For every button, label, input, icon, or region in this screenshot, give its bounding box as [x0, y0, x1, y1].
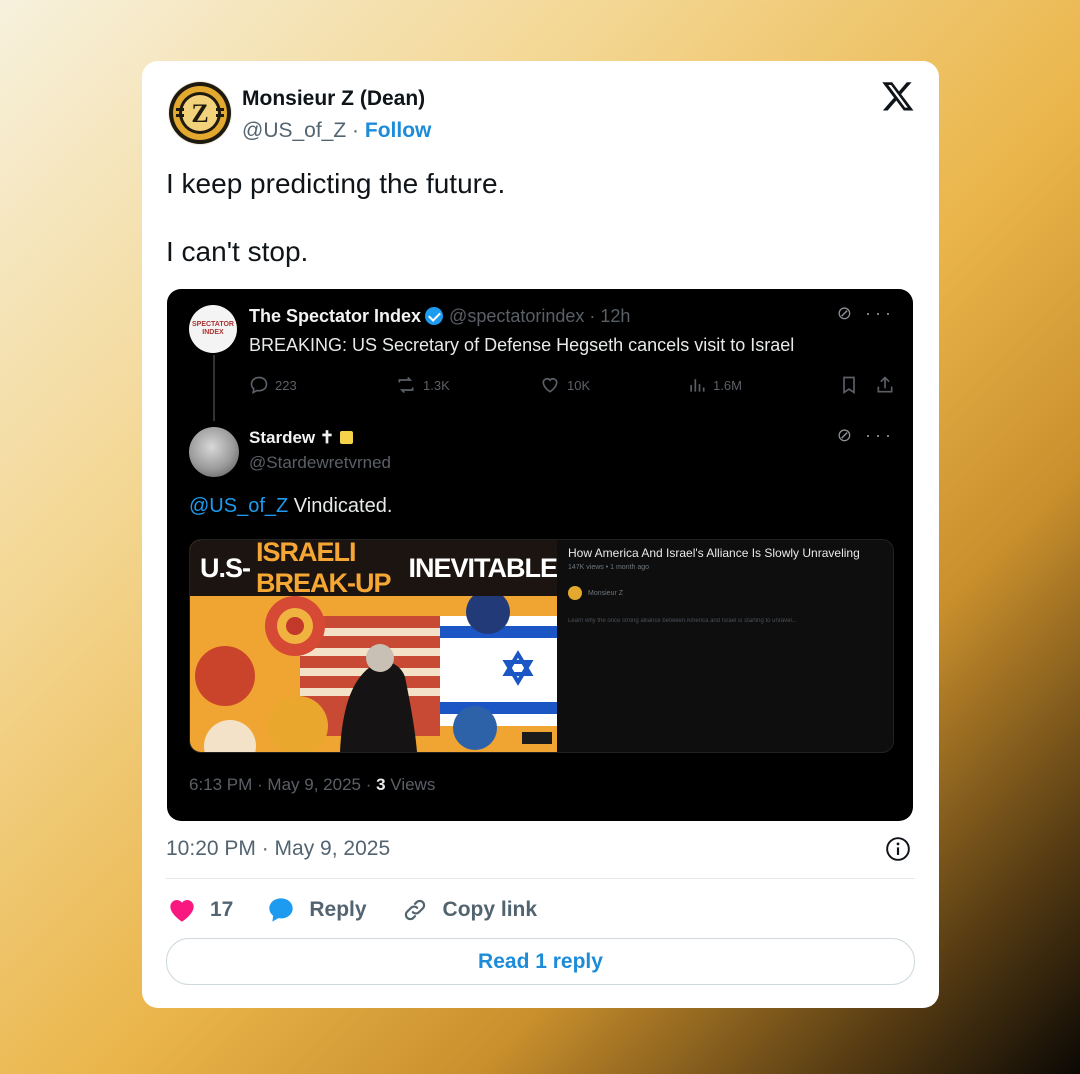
- heart-outline-icon: [542, 377, 558, 393]
- tweet-text: I keep predicting the future. I can't st…: [166, 167, 505, 303]
- copy-link-label: Copy link: [442, 898, 538, 921]
- divider: [166, 878, 915, 879]
- preview-title: How America And Israel's Alliance Is Slo…: [568, 546, 860, 560]
- flag-icon: [340, 431, 354, 444]
- separator-dot: ·: [352, 119, 360, 142]
- parent-views-stat: 1.6M: [687, 375, 742, 395]
- tweet-paragraph: I keep predicting the future.: [166, 168, 506, 199]
- parent-author-name: The Spectator Index: [249, 306, 422, 326]
- reply-handle: @Stardewretvrned: [249, 453, 391, 472]
- x-logo-icon[interactable]: [881, 79, 915, 113]
- reply-author: Stardew ✝: [249, 428, 354, 448]
- follow-button[interactable]: Follow: [365, 119, 432, 142]
- parent-actions: 223 1.3K 10K 1.6M: [249, 375, 895, 397]
- mention-link: @US_of_Z: [189, 495, 289, 517]
- embedded-screenshot[interactable]: SPECTATOR INDEX The Spectator Index @spec…: [167, 289, 913, 821]
- share-icon: [875, 375, 895, 395]
- tweet-actions: 17 Reply Copy link: [168, 893, 571, 927]
- link-preview-card: U.S- ISRAELI BREAK-UP INEVITABLE How Ame…: [189, 539, 894, 753]
- reply-body: Vindicated.: [293, 495, 393, 517]
- spectator-index-avatar: SPECTATOR INDEX: [189, 305, 237, 353]
- tweet-timestamp[interactable]: 10:20 PM · May 9, 2025: [166, 837, 390, 861]
- link-icon: [404, 899, 425, 921]
- thumbnail-title: U.S- ISRAELI BREAK-UP INEVITABLE: [190, 540, 557, 598]
- reply-more-icon: ⊘ ···: [836, 425, 895, 445]
- parent-meta: @spectatorindex · 12h: [449, 306, 631, 326]
- parent-like-stat: 10K: [539, 375, 590, 395]
- heart-icon: [170, 900, 194, 922]
- tweet-card: Z Monsieur Z (Dean) @US_of_Z · Follow I …: [142, 61, 939, 1008]
- like-button[interactable]: 17: [168, 897, 233, 923]
- verified-badge-icon: [425, 307, 444, 325]
- thread-line: [213, 355, 215, 421]
- reply-bubble-icon: [269, 898, 294, 922]
- preview-author: Monsieur Z: [568, 586, 623, 600]
- bookmark-icon: [839, 375, 859, 395]
- preview-description: Learn why the once strong alliance betwe…: [568, 618, 797, 624]
- like-count: 17: [210, 898, 234, 921]
- cross-symbol: ✝: [319, 428, 335, 447]
- reply-button[interactable]: Reply: [267, 897, 367, 923]
- svg-text:Z: Z: [191, 99, 208, 128]
- author-handle-line: @US_of_Z · Follow: [242, 119, 431, 143]
- copy-link-button[interactable]: Copy link: [401, 897, 538, 923]
- reply-author-name: Stardew: [249, 428, 316, 447]
- reply-label: Reply: [309, 898, 367, 921]
- thumbnail-art-icon: [195, 596, 557, 752]
- preview-author-avatar: [568, 586, 582, 600]
- parent-more-icon: ⊘ ···: [836, 303, 895, 323]
- author-handle[interactable]: @US_of_Z: [242, 119, 346, 142]
- video-thumbnail: U.S- ISRAELI BREAK-UP INEVITABLE: [190, 540, 557, 752]
- reply-text: @US_of_Z Vindicated.: [189, 495, 392, 518]
- parent-repost-stat: 1.3K: [395, 375, 450, 395]
- author-avatar[interactable]: Z: [168, 81, 232, 145]
- reply-icon: [250, 376, 268, 395]
- read-replies-button[interactable]: Read 1 reply: [166, 938, 915, 985]
- parent-text: BREAKING: US Secretary of Defense Hegset…: [249, 335, 795, 355]
- author-name[interactable]: Monsieur Z (Dean): [242, 87, 425, 111]
- views-icon: [690, 379, 705, 392]
- tweet-paragraph: I can't stop.: [166, 236, 309, 267]
- info-icon[interactable]: [885, 836, 911, 862]
- stardew-avatar: [189, 427, 239, 477]
- parent-reply-stat: 223: [249, 375, 297, 395]
- parent-author: The Spectator Index @spectatorindex · 12h: [249, 306, 630, 327]
- repost-icon: [398, 376, 414, 394]
- preview-subtitle: 147K views • 1 month ago: [568, 564, 650, 571]
- quoted-footer: 6:13 PM · May 9, 2025 · 3 Views: [189, 775, 436, 794]
